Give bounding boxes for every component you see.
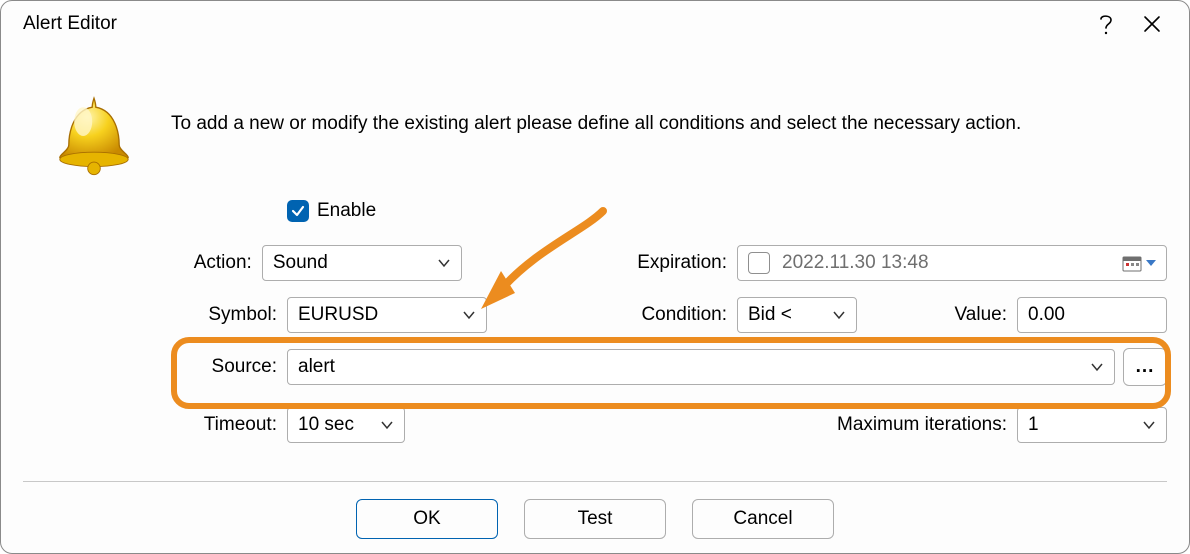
action-label: Action: bbox=[171, 252, 262, 274]
maxiter-select[interactable]: 1 bbox=[1017, 407, 1167, 443]
source-value: alert bbox=[298, 356, 1104, 378]
expiration-enable-checkbox[interactable] bbox=[748, 252, 770, 274]
timeout-value: 10 sec bbox=[298, 414, 394, 436]
symbol-select[interactable]: EURUSD bbox=[287, 297, 487, 333]
titlebar: Alert Editor bbox=[1, 1, 1189, 47]
maxiter-label: Maximum iterations: bbox=[837, 414, 1017, 436]
close-icon bbox=[1143, 15, 1161, 33]
maxiter-value: 1 bbox=[1028, 414, 1156, 436]
source-label: Source: bbox=[171, 356, 287, 378]
row-timeout-maxiter: Timeout: 10 sec Maximum iterations: 1 bbox=[171, 405, 1167, 445]
cancel-button[interactable]: Cancel bbox=[692, 499, 834, 539]
ok-button-label: OK bbox=[413, 508, 440, 530]
value-label: Value: bbox=[927, 304, 1017, 326]
calendar-picker[interactable] bbox=[1122, 254, 1156, 272]
dialog-body: To add a new or modify the existing aler… bbox=[23, 61, 1167, 539]
timeout-label: Timeout: bbox=[171, 414, 287, 436]
row-source: Source: alert ... bbox=[171, 347, 1167, 387]
help-icon bbox=[1099, 13, 1113, 35]
source-combo[interactable]: alert bbox=[287, 349, 1115, 385]
row-symbol-condition-value: Symbol: EURUSD Condition: Bid < Value: bbox=[171, 295, 1167, 335]
value-input[interactable]: 0.00 bbox=[1017, 297, 1167, 333]
condition-select[interactable]: Bid < bbox=[737, 297, 857, 333]
bell-icon bbox=[49, 91, 139, 181]
cancel-button-label: Cancel bbox=[733, 508, 792, 530]
source-browse-button[interactable]: ... bbox=[1123, 348, 1167, 386]
ok-button[interactable]: OK bbox=[356, 499, 498, 539]
check-icon bbox=[291, 204, 305, 218]
ellipsis-icon: ... bbox=[1136, 356, 1155, 378]
action-value: Sound bbox=[273, 252, 451, 274]
condition-label: Condition: bbox=[617, 304, 737, 326]
symbol-value: EURUSD bbox=[298, 304, 476, 326]
divider bbox=[23, 481, 1167, 482]
action-select[interactable]: Sound bbox=[262, 245, 462, 281]
expiration-label: Expiration: bbox=[637, 252, 737, 274]
test-button[interactable]: Test bbox=[524, 499, 666, 539]
row-enable: Enable bbox=[171, 191, 1167, 231]
help-button[interactable] bbox=[1083, 1, 1129, 47]
symbol-label: Symbol: bbox=[171, 304, 287, 326]
timeout-select[interactable]: 10 sec bbox=[287, 407, 405, 443]
test-button-label: Test bbox=[578, 508, 613, 530]
enable-label: Enable bbox=[317, 200, 376, 222]
form-area: Enable Action: Sound Expiration: 2022.11… bbox=[171, 191, 1167, 457]
alert-editor-window: Alert Editor bbox=[0, 0, 1190, 554]
value-value: 0.00 bbox=[1028, 304, 1156, 326]
footer-buttons: OK Test Cancel bbox=[23, 499, 1167, 539]
expiration-value: 2022.11.30 13:48 bbox=[782, 252, 929, 274]
row-action-expiration: Action: Sound Expiration: 2022.11.30 13:… bbox=[171, 243, 1167, 283]
window-title: Alert Editor bbox=[23, 13, 1083, 35]
chevron-down-icon bbox=[1146, 258, 1156, 268]
enable-checkbox[interactable] bbox=[287, 200, 309, 222]
calendar-icon bbox=[1122, 254, 1142, 272]
expiration-input[interactable]: 2022.11.30 13:48 bbox=[737, 245, 1167, 281]
description-text: To add a new or modify the existing aler… bbox=[171, 113, 1167, 135]
close-button[interactable] bbox=[1129, 1, 1175, 47]
condition-value: Bid < bbox=[748, 304, 846, 326]
